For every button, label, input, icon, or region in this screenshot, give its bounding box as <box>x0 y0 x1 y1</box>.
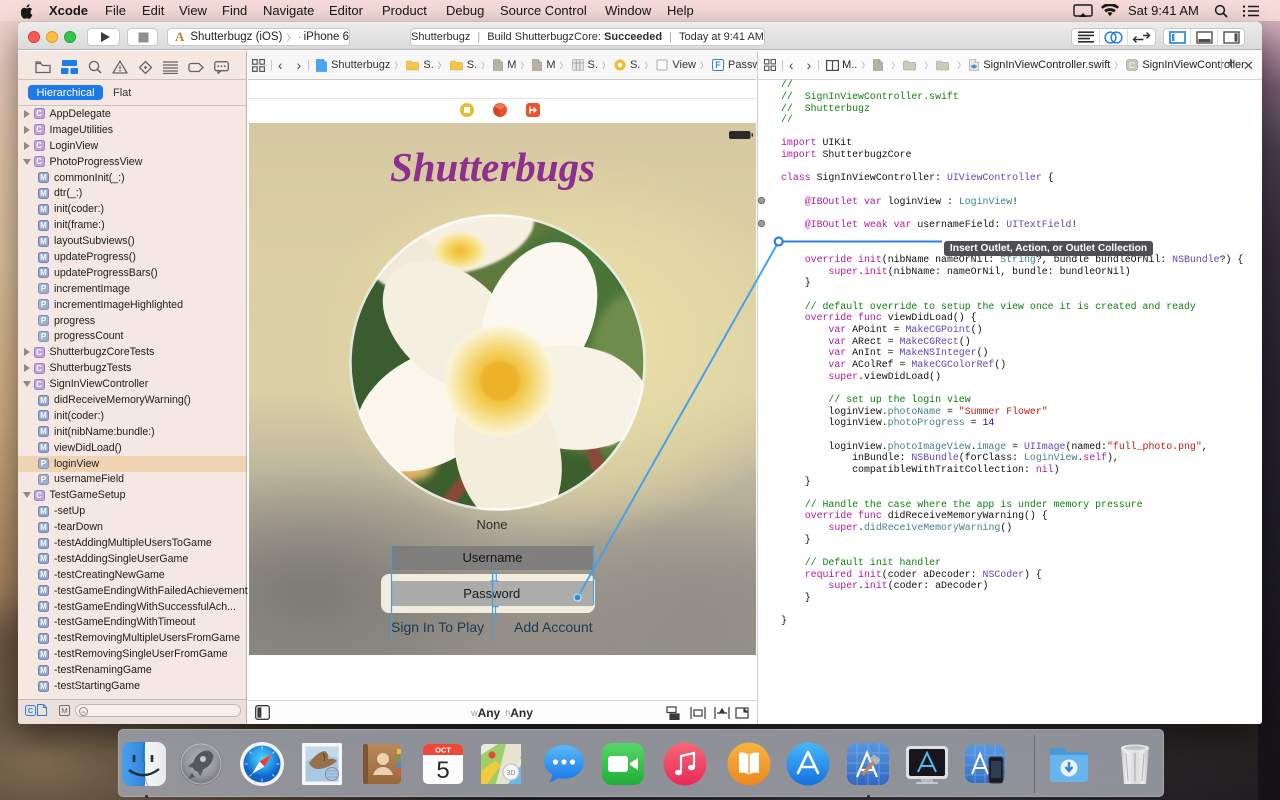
svg-text:OCT: OCT <box>435 746 451 755</box>
svg-text:M: M <box>61 706 67 715</box>
svg-text:5: 5 <box>436 757 449 784</box>
svg-text:C: C <box>28 706 34 715</box>
svg-text:C: C <box>1129 60 1135 70</box>
svg-text:F: F <box>715 60 721 70</box>
svg-text:3D: 3D <box>507 770 516 777</box>
